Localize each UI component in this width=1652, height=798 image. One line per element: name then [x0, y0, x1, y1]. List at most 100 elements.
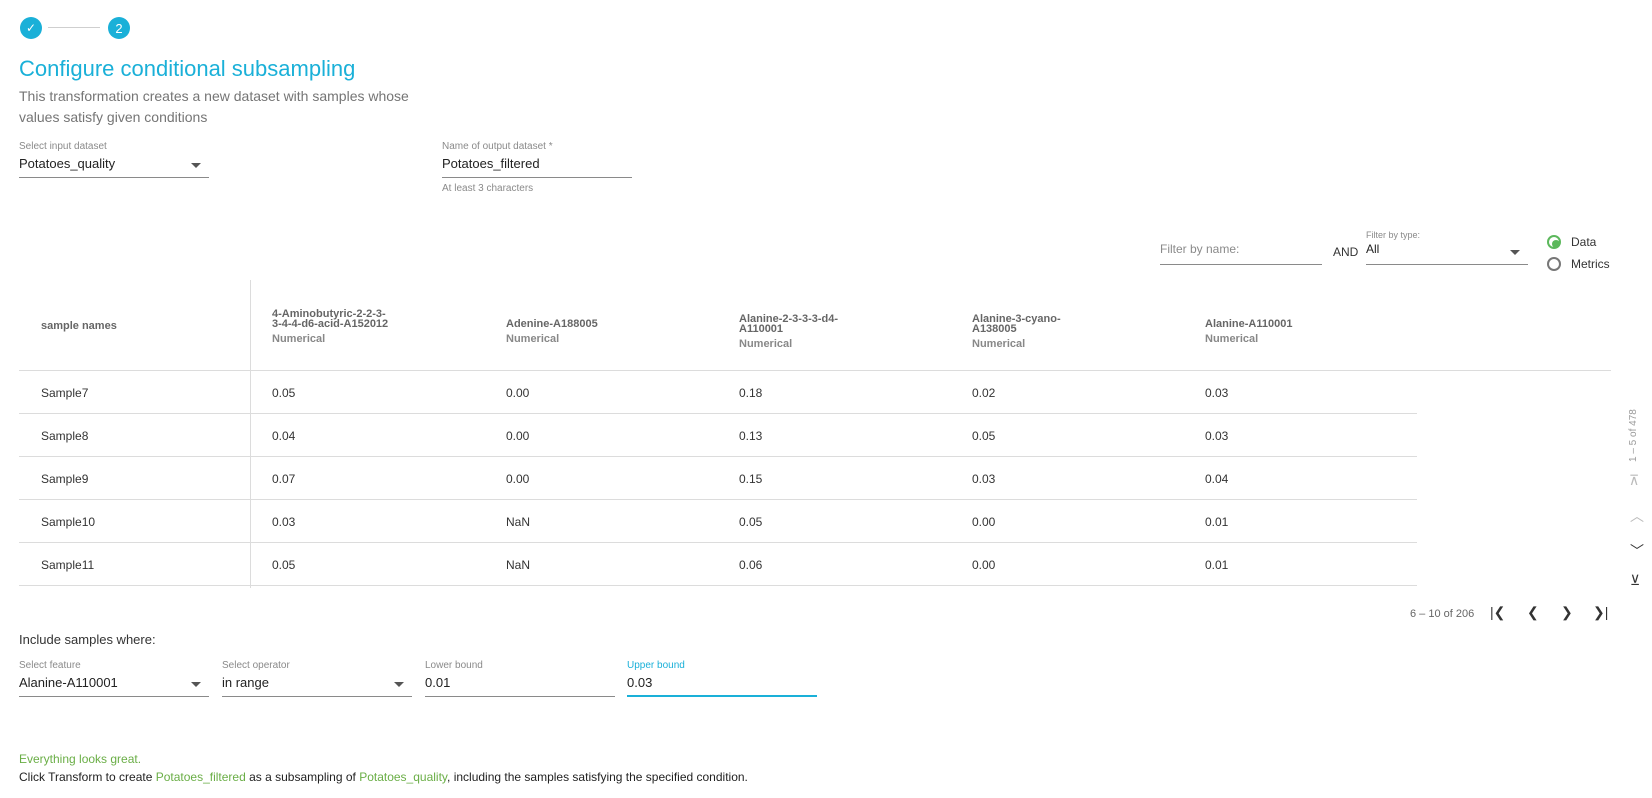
- column-pager-range: 1 – 5 of 478: [1628, 409, 1639, 462]
- radio-data-indicator: [1547, 235, 1561, 249]
- status-text-1: Click Transform to create: [19, 770, 156, 784]
- table-cell: NaN: [506, 515, 531, 529]
- status-text-2: as a subsampling of: [245, 770, 360, 784]
- filter-by-type-select[interactable]: Filter by type: All: [1366, 230, 1528, 266]
- table-cell: 0.00: [972, 558, 996, 572]
- field-underline-focused: [627, 695, 817, 697]
- chevron-down-icon: [191, 682, 201, 687]
- chevron-down-icon: [191, 163, 201, 168]
- page-title: Configure conditional subsampling: [19, 56, 356, 81]
- table-cell: 0.03: [972, 472, 996, 486]
- field-underline: [425, 696, 615, 697]
- lower-bound-input[interactable]: Lower bound 0.01: [425, 660, 615, 698]
- row-divider: [19, 585, 1417, 586]
- status-text-3: , including the samples satisfying the s…: [447, 770, 748, 784]
- column-header-name: 4-Aminobutyric-2-2-3-3-4-4-d6-acid-A1520…: [272, 308, 389, 330]
- column-next-page-icon[interactable]: ﹀: [1630, 541, 1644, 561]
- row-sample-name: Sample11: [41, 558, 95, 572]
- table-cell: 0.05: [272, 558, 296, 572]
- lower-bound-value: 0.01: [425, 675, 451, 690]
- radio-metrics[interactable]: Metrics: [1547, 256, 1610, 272]
- table-cell: 0.06: [739, 558, 763, 572]
- radio-data[interactable]: Data: [1547, 234, 1596, 250]
- table-cell: 0.00: [972, 515, 996, 529]
- column-header[interactable]: Alanine-2-3-3-3-d4-A110001 Numerical: [739, 313, 849, 351]
- column-header-name: Alanine-3-cyano-A138005: [972, 313, 1061, 335]
- radio-metrics-label: Metrics: [1571, 257, 1610, 271]
- row-sample-name: Sample9: [41, 472, 89, 486]
- output-name-value: Potatoes_filtered: [442, 156, 540, 171]
- column-header-type: Numerical: [506, 333, 560, 345]
- column-header[interactable]: Alanine-A110001 Numerical: [1205, 319, 1375, 346]
- table-cell: 0.04: [1205, 472, 1229, 486]
- select-feature-label: Select feature: [19, 660, 81, 671]
- field-underline: [19, 177, 209, 178]
- radio-data-label: Data: [1571, 235, 1597, 249]
- step-2-label: 2: [115, 20, 123, 36]
- page-description: This transformation creates a new datase…: [19, 88, 409, 125]
- table-cell: 0.03: [1205, 386, 1229, 400]
- table-cell: 0.07: [272, 472, 296, 486]
- table-cell: 0.03: [272, 515, 296, 529]
- column-header-type: Numerical: [739, 338, 793, 350]
- table-row[interactable]: Sample11 0.05 NaN 0.06 0.00 0.01: [19, 543, 1417, 586]
- column-prev-page-icon[interactable]: ︿: [1630, 506, 1644, 526]
- table-cell: NaN: [506, 558, 531, 572]
- table-row[interactable]: Sample9 0.07 0.00 0.15 0.03 0.04: [19, 457, 1417, 500]
- table-cell: 0.03: [1205, 429, 1229, 443]
- filter-by-name-input[interactable]: Filter by name:: [1160, 242, 1322, 266]
- table-cell: 0.01: [1205, 558, 1229, 572]
- column-header-type: Numerical: [272, 333, 326, 345]
- column-header[interactable]: Alanine-3-cyano-A138005 Numerical: [972, 313, 1072, 351]
- last-page-icon[interactable]: ❯|: [1593, 604, 1608, 621]
- filter-by-type-value: All: [1366, 242, 1380, 256]
- column-header[interactable]: Adenine-A188005 Numerical: [506, 319, 676, 346]
- table-cell: 0.00: [506, 429, 530, 443]
- table-cell: 0.05: [272, 386, 296, 400]
- input-dataset-value: Potatoes_quality: [19, 156, 116, 171]
- table-cell: 0.13: [739, 429, 763, 443]
- upper-bound-label: Upper bound: [627, 660, 685, 671]
- step-1-complete[interactable]: ✓: [20, 17, 42, 39]
- first-page-icon[interactable]: |❮: [1490, 604, 1505, 621]
- table-cell: 0.02: [972, 386, 996, 400]
- table-row[interactable]: Sample10 0.03 NaN 0.05 0.00 0.01: [19, 500, 1417, 543]
- upper-bound-value: 0.03: [627, 675, 653, 690]
- column-last-page-icon[interactable]: ⊻: [1630, 572, 1640, 589]
- chevron-down-icon: [1510, 250, 1520, 255]
- select-feature[interactable]: Select feature Alanine-A110001: [19, 660, 209, 698]
- and-label: AND: [1333, 245, 1359, 259]
- field-underline: [1160, 264, 1322, 265]
- chevron-down-icon: [394, 682, 404, 687]
- row-sample-name: Sample7: [41, 386, 89, 400]
- table-cell: 0.01: [1205, 515, 1229, 529]
- status-output-name: Potatoes_filtered: [155, 770, 246, 784]
- lower-bound-label: Lower bound: [425, 660, 483, 671]
- select-feature-value: Alanine-A110001: [19, 675, 118, 690]
- step-2-active[interactable]: 2: [108, 17, 130, 39]
- input-dataset-select[interactable]: Select input dataset Potatoes_quality: [19, 141, 209, 179]
- next-page-icon[interactable]: ❯: [1561, 604, 1573, 621]
- table-cell: 0.18: [739, 386, 763, 400]
- field-underline: [1366, 264, 1528, 265]
- filter-by-name-placeholder: Filter by name:: [1160, 242, 1240, 256]
- prev-page-icon[interactable]: ❮: [1527, 604, 1539, 621]
- table-row[interactable]: Sample8 0.04 0.00 0.13 0.05 0.03: [19, 414, 1417, 457]
- radio-metrics-indicator: [1547, 257, 1561, 271]
- upper-bound-input[interactable]: Upper bound 0.03: [627, 660, 817, 698]
- column-header-type: Numerical: [972, 338, 1026, 350]
- stepper-connector: [48, 27, 100, 28]
- status-input-name: Potatoes_quality: [359, 770, 448, 784]
- select-operator[interactable]: Select operator in range: [222, 660, 412, 698]
- output-name-field[interactable]: Name of output dataset * Potatoes_filter…: [442, 141, 632, 179]
- column-header-type: Numerical: [1205, 333, 1259, 345]
- table-cell: 0.00: [506, 386, 530, 400]
- table-cell: 0.04: [272, 429, 296, 443]
- input-dataset-label: Select input dataset: [19, 141, 107, 152]
- status-message: Click Transform to create Potatoes_filte…: [19, 770, 748, 784]
- column-header-name: Alanine-2-3-3-3-d4-A110001: [739, 313, 839, 335]
- check-icon: ✓: [25, 21, 37, 35]
- column-header[interactable]: 4-Aminobutyric-2-2-3-3-4-4-d6-acid-A1520…: [272, 308, 392, 346]
- column-first-page-icon[interactable]: ⊼: [1629, 472, 1639, 489]
- table-row[interactable]: Sample7 0.05 0.00 0.18 0.02 0.03: [19, 371, 1417, 414]
